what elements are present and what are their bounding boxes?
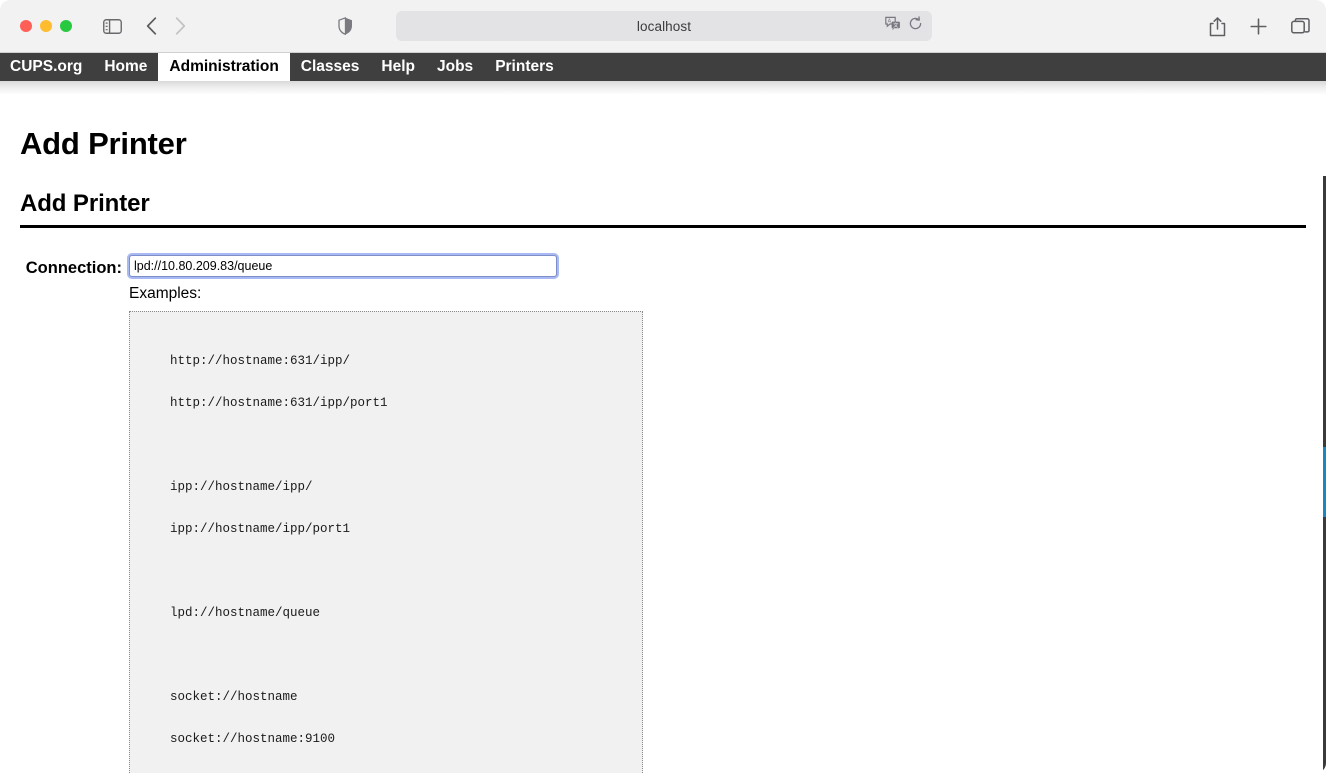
browser-window: localhost A 文	[0, 0, 1326, 773]
back-arrow-icon[interactable]	[146, 17, 157, 35]
nav-label: CUPS.org	[10, 58, 82, 76]
reload-icon[interactable]	[908, 16, 923, 36]
page-title: Add Printer	[20, 95, 1306, 162]
nav-item-help[interactable]: Help	[370, 53, 426, 81]
shield-icon[interactable]	[338, 17, 353, 35]
nav-item-jobs[interactable]: Jobs	[426, 53, 484, 81]
example-line: http://hostname:631/ipp/	[170, 354, 642, 368]
example-spacer	[170, 438, 642, 452]
example-spacer	[170, 648, 642, 662]
forward-arrow-icon[interactable]	[175, 17, 186, 35]
address-bar[interactable]: localhost A 文	[396, 11, 932, 41]
example-line: socket://hostname	[170, 690, 642, 704]
nav-label: Classes	[301, 58, 360, 76]
nav-label: Printers	[495, 58, 554, 76]
example-spacer	[170, 564, 642, 578]
address-bar-icons: A 文	[885, 11, 923, 41]
section-heading: Add Printer	[20, 190, 1306, 228]
plus-icon[interactable]	[1250, 18, 1267, 35]
example-line: lpd://hostname/queue	[170, 606, 642, 620]
nav-item-home[interactable]: Home	[93, 53, 158, 81]
form-fields: Examples: http://hostname:631/ipp/ http:…	[129, 255, 1306, 773]
nav-item-printers[interactable]: Printers	[484, 53, 565, 81]
maximize-window-button[interactable]	[60, 20, 72, 32]
svg-text:A: A	[888, 19, 892, 25]
window-controls	[20, 20, 72, 32]
cups-navigation-bar: CUPS.org Home Administration Classes Hel…	[0, 53, 1326, 81]
toolbar-right-actions	[1209, 0, 1310, 53]
nav-label: Administration	[169, 58, 278, 76]
nav-shadow	[0, 81, 1326, 95]
nav-label: Jobs	[437, 58, 473, 76]
example-line: ipp://hostname/ipp/port1	[170, 522, 642, 536]
connection-input[interactable]	[129, 255, 557, 277]
examples-label: Examples:	[129, 285, 1306, 303]
page-content: Add Printer Add Printer Connection: Exam…	[0, 95, 1326, 773]
connection-label: Connection:	[20, 255, 122, 278]
svg-text:文: 文	[893, 21, 899, 29]
minimize-window-button[interactable]	[40, 20, 52, 32]
example-line: http://hostname:631/ipp/port1	[170, 396, 642, 410]
nav-item-classes[interactable]: Classes	[290, 53, 371, 81]
translate-icon[interactable]: A 文	[885, 16, 901, 36]
nav-item-administration[interactable]: Administration	[158, 53, 289, 81]
tab-overview-icon[interactable]	[1291, 18, 1310, 36]
sidebar-toggle-icon[interactable]	[103, 19, 122, 34]
url-text: localhost	[637, 19, 691, 34]
examples-code-block: http://hostname:631/ipp/ http://hostname…	[129, 311, 643, 773]
nav-label: Home	[104, 58, 147, 76]
example-line: ipp://hostname/ipp/	[170, 480, 642, 494]
close-window-button[interactable]	[20, 20, 32, 32]
example-line: socket://hostname:9100	[170, 732, 642, 746]
nav-item-cups-org[interactable]: CUPS.org	[0, 53, 93, 81]
browser-toolbar: localhost A 文	[0, 0, 1326, 53]
share-icon[interactable]	[1209, 17, 1226, 37]
add-printer-form: Connection: Examples: http://hostname:63…	[20, 255, 1306, 773]
nav-label: Help	[381, 58, 415, 76]
